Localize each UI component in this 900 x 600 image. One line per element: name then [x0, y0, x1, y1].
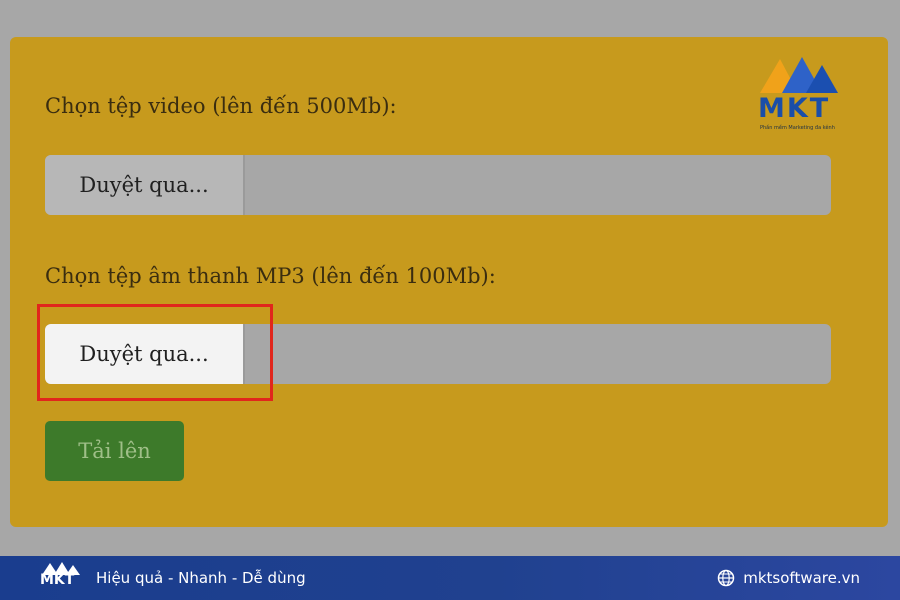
audio-file-label: Chọn tệp âm thanh MP3 (lên đến 100Mb): [45, 264, 496, 288]
upload-button[interactable]: Tải lên [45, 421, 184, 481]
mkt-logo-icon [760, 57, 838, 93]
footer-logo: MKT [40, 560, 82, 596]
brand-footer: MKT Hiệu quả - Nhanh - Dễ dùng mktsoftwa… [0, 556, 900, 600]
footer-website[interactable]: mktsoftware.vn [717, 569, 860, 587]
globe-icon [718, 569, 735, 587]
audio-browse-button[interactable]: Duyệt qua... [45, 324, 245, 384]
video-browse-button[interactable]: Duyệt qua... [45, 155, 245, 215]
website-link[interactable]: mktsoftware.vn [743, 569, 860, 587]
video-file-label: Chọn tệp video (lên đến 500Mb): [45, 94, 397, 118]
logo-text: MKT [758, 93, 831, 124]
logo-tagline: Phần mềm Marketing đa kênh [760, 125, 835, 131]
footer-slogan: Hiệu quả - Nhanh - Dễ dùng [96, 569, 306, 587]
video-file-input[interactable]: Duyệt qua... [45, 155, 831, 215]
video-file-name-field[interactable] [245, 155, 831, 215]
audio-file-name-field[interactable] [245, 324, 831, 384]
audio-file-input[interactable]: Duyệt qua... [45, 324, 831, 384]
mkt-logo: MKT Phần mềm Marketing đa kênh [752, 53, 844, 133]
footer-logo-text: MKT [40, 572, 75, 588]
